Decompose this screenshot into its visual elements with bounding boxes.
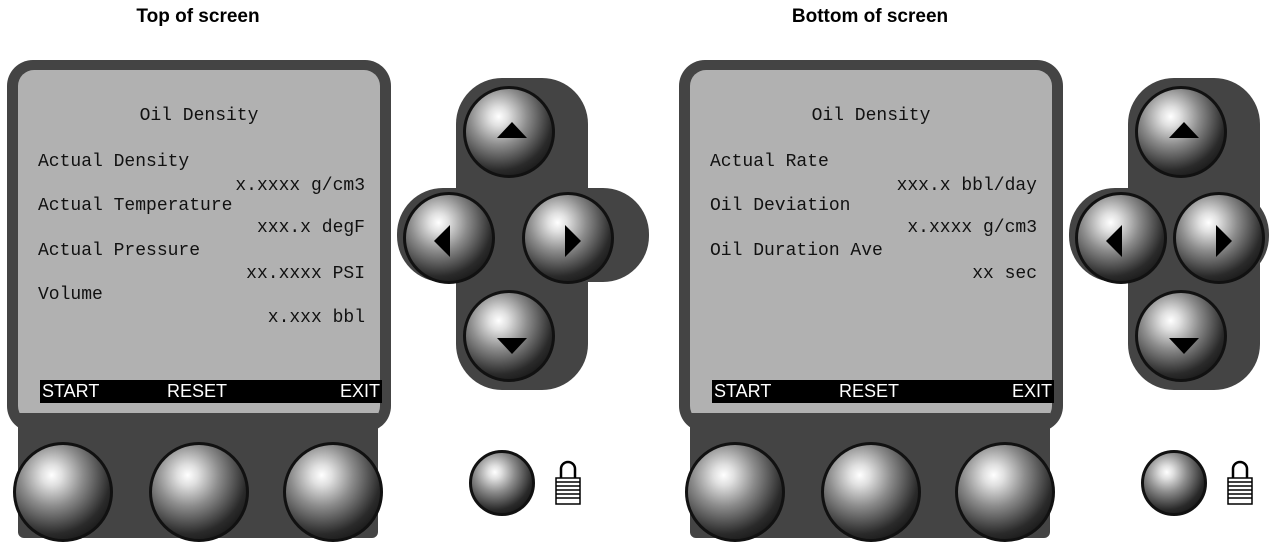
right-arrow-icon <box>565 225 581 257</box>
reset-button[interactable] <box>821 442 921 542</box>
screen-title: Oil Density <box>811 106 931 126</box>
down-arrow-icon <box>1169 338 1199 354</box>
softkey-label-reset: RESET <box>839 381 900 401</box>
right-arrow-icon <box>1216 225 1232 257</box>
field-label: Actual Temperature <box>38 196 233 216</box>
field-label: Volume <box>38 285 103 305</box>
left-arrow-icon <box>434 225 450 257</box>
nav-left-button[interactable] <box>1075 192 1167 284</box>
field-value: xxx.x bbl/day <box>896 176 1037 196</box>
softkey-label-reset: RESET <box>167 381 228 401</box>
softkey-label-exit: EXIT <box>1011 381 1052 401</box>
field-value: x.xxxx g/cm3 <box>907 218 1037 238</box>
nav-up-button[interactable] <box>463 86 555 178</box>
down-arrow-icon <box>497 338 527 354</box>
field-value: xx.xxxx PSI <box>246 264 365 284</box>
field-value: x.xxxx g/cm3 <box>235 176 365 196</box>
softkey-label-start: START <box>714 381 772 401</box>
lock-button[interactable] <box>469 450 535 516</box>
softkey-label-bar: START RESET EXIT <box>712 380 1054 403</box>
field-label: Oil Deviation <box>710 196 851 216</box>
nav-right-button[interactable] <box>1173 192 1265 284</box>
left-arrow-icon <box>1106 225 1122 257</box>
softkey-label-exit: EXIT <box>339 381 380 401</box>
padlock-icon <box>555 460 581 505</box>
softkey-label-start: START <box>42 381 100 401</box>
device-panel-bottom: Oil Density Actual Rate xxx.x bbl/day Oi… <box>677 58 1270 542</box>
nav-up-button[interactable] <box>1135 86 1227 178</box>
reset-button[interactable] <box>149 442 249 542</box>
exit-button[interactable] <box>955 442 1055 542</box>
padlock-icon <box>1227 460 1253 505</box>
start-button[interactable] <box>685 442 785 542</box>
lock-button[interactable] <box>1141 450 1207 516</box>
softkey-label-bar: START RESET EXIT <box>40 380 382 403</box>
nav-down-button[interactable] <box>1135 290 1227 382</box>
caption-bottom-of-screen: Bottom of screen <box>791 6 949 27</box>
caption-top-of-screen: Top of screen <box>136 6 260 27</box>
start-button[interactable] <box>13 442 113 542</box>
screen-title: Oil Density <box>139 106 259 126</box>
up-arrow-icon <box>497 122 527 138</box>
field-label: Actual Rate <box>710 152 829 172</box>
field-value: xxx.x degF <box>256 218 365 238</box>
device-panel-top: Oil Density Actual Density x.xxxx g/cm3 … <box>5 58 649 542</box>
nav-left-button[interactable] <box>403 192 495 284</box>
exit-button[interactable] <box>283 442 383 542</box>
field-label: Oil Duration Ave <box>710 241 883 261</box>
up-arrow-icon <box>1169 122 1199 138</box>
field-value: x.xxx bbl <box>267 308 365 328</box>
display-screen: Oil Density Actual Density x.xxxx g/cm3 … <box>18 70 382 422</box>
field-value: xx sec <box>972 264 1037 284</box>
nav-down-button[interactable] <box>463 290 555 382</box>
display-screen: Oil Density Actual Rate xxx.x bbl/day Oi… <box>690 70 1054 422</box>
field-label: Actual Pressure <box>38 241 201 261</box>
nav-right-button[interactable] <box>522 192 614 284</box>
field-label: Actual Density <box>38 152 190 172</box>
